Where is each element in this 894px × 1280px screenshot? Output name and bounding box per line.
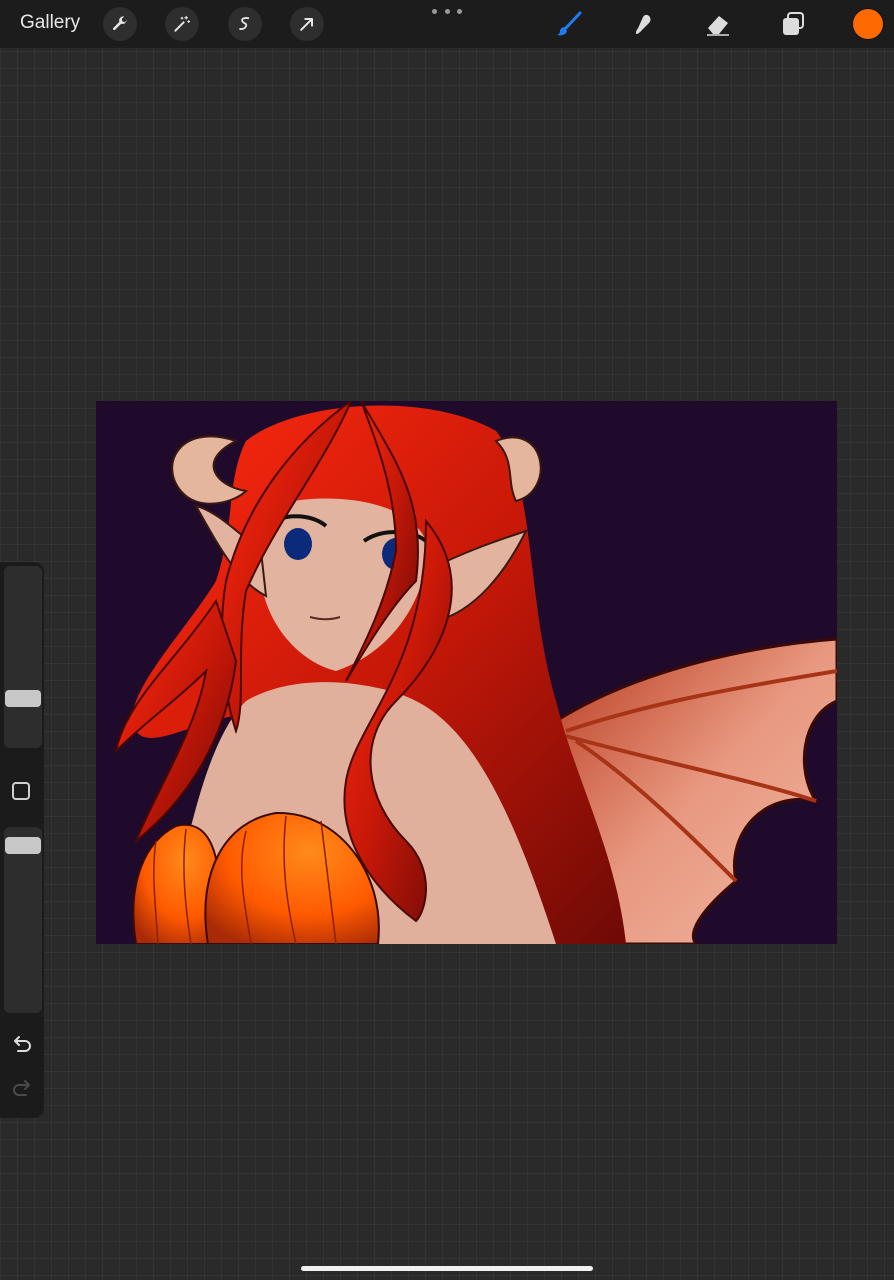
gallery-button[interactable]: Gallery [20, 12, 80, 34]
more-options-icon[interactable] [432, 4, 462, 18]
opacity-slider[interactable] [4, 827, 42, 1013]
brush-size-thumb[interactable] [5, 690, 41, 707]
drawing-canvas[interactable] [96, 401, 837, 944]
wrench-icon[interactable] [103, 7, 137, 41]
artwork [114, 401, 837, 944]
color-swatch[interactable] [853, 9, 883, 39]
top-toolbar: Gallery [0, 0, 894, 48]
modify-button[interactable] [12, 782, 30, 800]
magic-wand-icon[interactable] [165, 7, 199, 41]
eraser-icon[interactable] [701, 7, 735, 41]
redo-icon[interactable] [10, 1078, 34, 1100]
smudge-icon[interactable] [626, 7, 660, 41]
layers-icon[interactable] [776, 7, 810, 41]
selection-icon[interactable] [228, 7, 262, 41]
undo-icon[interactable] [10, 1034, 34, 1056]
opacity-thumb[interactable] [5, 837, 41, 854]
brush-size-slider[interactable] [4, 566, 42, 748]
home-indicator [301, 1266, 593, 1271]
transform-arrow-icon[interactable] [290, 7, 324, 41]
brush-icon[interactable] [552, 7, 586, 41]
